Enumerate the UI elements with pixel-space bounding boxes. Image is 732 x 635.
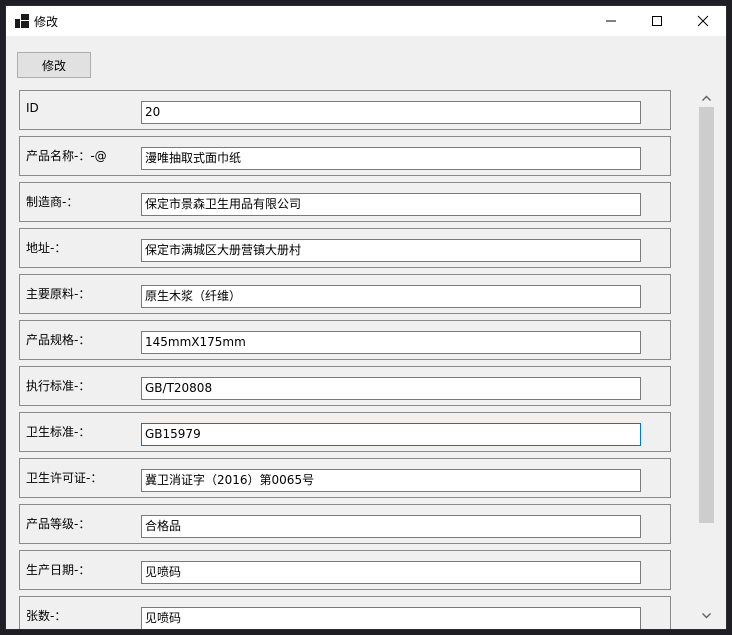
hygiene-standard-field[interactable]: GB15979 <box>141 423 641 446</box>
scroll-down-button[interactable] <box>698 607 715 624</box>
spec-field[interactable]: 145mmX175mm <box>141 331 641 354</box>
manufacturer-field[interactable]: 保定市景森卫生用品有限公司 <box>141 193 641 216</box>
modify-window: 修改 修改 ID 20 产品名称-：-@ 漫唯抽取式面巾纸 制造商-： 保定市景… <box>5 5 727 630</box>
chevron-down-icon <box>702 613 711 619</box>
field-label: 制造商-： <box>26 195 79 209</box>
window-title: 修改 <box>34 15 59 29</box>
field-row-sheet-count: 张数-： 见喷码 <box>19 596 671 629</box>
hygiene-license-field[interactable]: 冀卫消证字（2016）第0065号 <box>141 469 641 492</box>
field-label: 执行标准-： <box>26 379 91 393</box>
field-label: 张数-： <box>26 609 67 623</box>
sheet-count-field[interactable]: 见喷码 <box>141 607 641 629</box>
field-row-id: ID 20 <box>19 90 671 130</box>
production-date-field[interactable]: 见喷码 <box>141 561 641 584</box>
field-label: 卫生标准-： <box>26 425 91 439</box>
minimize-button[interactable] <box>588 6 634 36</box>
grade-field[interactable]: 合格品 <box>141 515 641 538</box>
maximize-button[interactable] <box>634 6 680 36</box>
field-row-hygiene-standard: 卫生标准-： GB15979 <box>19 412 671 452</box>
field-label: 主要原料-： <box>26 287 91 301</box>
field-label: 产品名称-：-@ <box>26 149 107 163</box>
field-row-materials: 主要原料-： 原生木浆（纤维） <box>19 274 671 314</box>
field-row-grade: 产品等级-： 合格品 <box>19 504 671 544</box>
modify-button[interactable]: 修改 <box>17 52 91 78</box>
chevron-up-icon <box>702 95 711 101</box>
minimize-icon <box>606 20 616 22</box>
title-bar[interactable]: 修改 <box>6 6 726 36</box>
field-row-hygiene-license: 卫生许可证-： 冀卫消证字（2016）第0065号 <box>19 458 671 498</box>
materials-field[interactable]: 原生木浆（纤维） <box>141 285 641 308</box>
vertical-scrollbar[interactable] <box>698 90 715 624</box>
id-field[interactable]: 20 <box>141 101 641 124</box>
close-icon <box>697 15 709 27</box>
field-label: ID <box>26 101 39 115</box>
field-label: 卫生许可证-： <box>26 471 103 485</box>
product-name-field[interactable]: 漫唯抽取式面巾纸 <box>141 147 641 170</box>
scrollbar-thumb[interactable] <box>699 107 714 523</box>
address-field[interactable]: 保定市满城区大册营镇大册村 <box>141 239 641 262</box>
field-row-spec: 产品规格-： 145mmX175mm <box>19 320 671 360</box>
field-label: 产品等级-： <box>26 517 91 531</box>
field-row-product-name: 产品名称-：-@ 漫唯抽取式面巾纸 <box>19 136 671 176</box>
scroll-up-button[interactable] <box>698 90 715 107</box>
app-icon <box>15 14 29 28</box>
maximize-icon <box>652 16 662 26</box>
field-row-exec-standard: 执行标准-： GB/T20808 <box>19 366 671 406</box>
field-list: ID 20 产品名称-：-@ 漫唯抽取式面巾纸 制造商-： 保定市景森卫生用品有… <box>19 90 671 629</box>
close-button[interactable] <box>680 6 726 36</box>
field-label: 地址-： <box>26 241 67 255</box>
exec-standard-field[interactable]: GB/T20808 <box>141 377 641 400</box>
field-label: 生产日期-： <box>26 563 91 577</box>
field-row-production-date: 生产日期-： 见喷码 <box>19 550 671 590</box>
field-label: 产品规格-： <box>26 333 91 347</box>
field-row-address: 地址-： 保定市满城区大册营镇大册村 <box>19 228 671 268</box>
field-row-manufacturer: 制造商-： 保定市景森卫生用品有限公司 <box>19 182 671 222</box>
